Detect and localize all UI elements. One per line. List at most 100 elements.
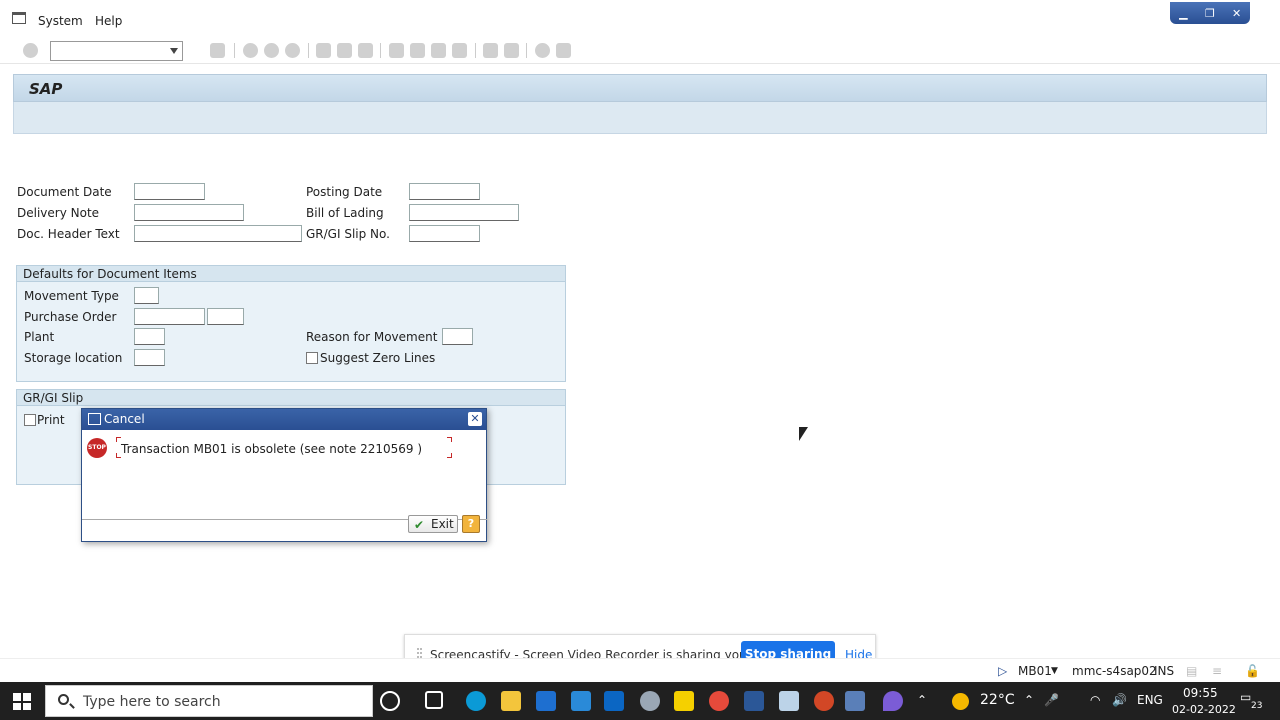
stop-icon: STOP [87,438,107,458]
menu-help[interactable]: Help [95,14,122,28]
selection-corner [447,437,452,442]
next-page-icon[interactable] [431,43,446,58]
doc-header-text-input[interactable] [134,225,302,242]
restore-icon[interactable]: ❐ [1202,7,1218,20]
purchase-order-item-input[interactable] [207,308,244,325]
shortcut-icon[interactable] [504,43,519,58]
layout-icon[interactable] [556,43,571,58]
print-icon[interactable] [316,43,331,58]
menu-system[interactable]: System [38,14,83,28]
status-icon: ▤ [1186,664,1198,678]
dialog-menu-icon[interactable] [88,413,101,425]
wifi-icon[interactable]: ◠ [1090,693,1100,707]
close-icon[interactable]: ✕ [1229,7,1245,20]
bill-of-lading-input[interactable] [409,204,519,221]
storage-location-label: Storage location [24,351,123,365]
language-indicator[interactable]: ENG [1137,693,1163,707]
sap-logon-icon[interactable] [640,691,660,711]
posting-date-input[interactable] [409,183,480,200]
status-icon: ≡ [1212,664,1223,678]
dialog-help-button[interactable]: ? [462,515,480,533]
command-field[interactable] [50,41,183,61]
exit-icon[interactable] [264,43,279,58]
app-icon[interactable] [779,691,799,711]
gr-gi-slip-no-label: GR/GI Slip No. [306,227,390,241]
close-icon[interactable]: ✕ [468,412,482,426]
toolbar-separator [475,43,476,58]
outlook-icon[interactable] [604,691,624,711]
play-icon[interactable]: ▷ [998,664,1007,678]
help-icon[interactable] [535,43,550,58]
sticky-notes-icon[interactable] [674,691,694,711]
cortana-icon[interactable] [380,691,400,711]
reason-for-movement-input[interactable] [442,328,473,345]
plant-input[interactable] [134,328,165,345]
insert-mode: INS [1154,664,1175,678]
windows-start-icon[interactable] [13,693,31,710]
powerpoint-icon[interactable] [814,691,834,711]
exit-button-label: Exit [431,517,454,531]
weather-icon [952,693,969,710]
storage-location-input[interactable] [134,349,165,366]
store-icon[interactable] [536,691,556,711]
chrome-icon[interactable] [709,691,729,711]
exit-button[interactable]: ✔ Exit [408,515,458,533]
dialog-title: Cancel [104,412,145,426]
checkmark-icon: ✔ [414,518,425,532]
microphone-icon[interactable]: 🎤 [1044,693,1059,707]
suggest-zero-lines-checkbox[interactable] [306,352,318,364]
dialog-message: Transaction MB01 is obsolete (see note 2… [121,442,423,456]
edge-icon[interactable] [466,691,486,711]
tray-chevron-icon[interactable]: ⌃ [1024,693,1034,707]
application-toolbar [13,102,1267,134]
reason-for-movement-label: Reason for Movement [306,330,438,344]
document-date-input[interactable] [134,183,205,200]
save-icon[interactable] [210,43,225,58]
volume-icon[interactable]: 🔊 [1112,693,1127,707]
task-view-icon[interactable] [425,691,443,709]
delivery-note-label: Delivery Note [17,206,100,220]
document-date-label: Document Date [17,185,112,199]
print-label: Print [37,413,65,427]
first-page-icon[interactable] [389,43,404,58]
temperature: 22°C [980,692,1015,708]
clock-time[interactable]: 09:55 [1183,686,1218,700]
back-icon[interactable] [243,43,258,58]
chevron-down-icon[interactable]: ▼ [1051,666,1058,676]
standard-toolbar [0,38,1280,64]
enter-icon[interactable] [23,43,38,58]
gr-gi-slip-no-input[interactable] [409,225,480,242]
taskbar-search[interactable]: Type here to search [45,685,373,717]
chevron-down-icon[interactable] [170,48,178,54]
defaults-group-title: Defaults for Document Items [17,266,565,282]
sap-gui-icon[interactable] [845,691,865,711]
show-desktop-chevron-icon[interactable]: ⌃ [917,693,927,707]
find-icon[interactable] [337,43,352,58]
purchase-order-input[interactable] [134,308,205,325]
purchase-order-label: Purchase Order [24,310,117,324]
mail-icon[interactable] [571,691,591,711]
word-icon[interactable] [744,691,764,711]
menu-icon[interactable] [12,12,26,24]
movement-type-input[interactable] [134,287,159,304]
plant-label: Plant [24,330,55,344]
menu-bar: System Help ▁ ❐ ✕ [0,0,1280,38]
new-session-icon[interactable] [483,43,498,58]
delivery-note-input[interactable] [134,204,244,221]
cancel-icon[interactable] [285,43,300,58]
clock-date[interactable]: 02-02-2022 [1172,703,1236,716]
previous-page-icon[interactable] [410,43,425,58]
minimize-icon[interactable]: ▁ [1175,7,1191,20]
screen-title: SAP [29,80,63,98]
status-bar: ▷ MB01 ▼ mmc-s4sap02 INS ▤ ≡ 🔓 [0,658,1280,682]
find-next-icon[interactable] [358,43,373,58]
notification-icon[interactable]: ▭ [1240,690,1251,704]
system-name: mmc-s4sap02 [1072,664,1157,678]
print-checkbox[interactable] [24,414,36,426]
bill-of-lading-label: Bill of Lading [306,206,384,220]
lock-icon[interactable]: 🔓 [1245,664,1260,678]
file-explorer-icon[interactable] [501,691,521,711]
paint-icon[interactable] [883,691,903,711]
last-page-icon[interactable] [452,43,467,58]
movement-type-label: Movement Type [24,289,119,303]
